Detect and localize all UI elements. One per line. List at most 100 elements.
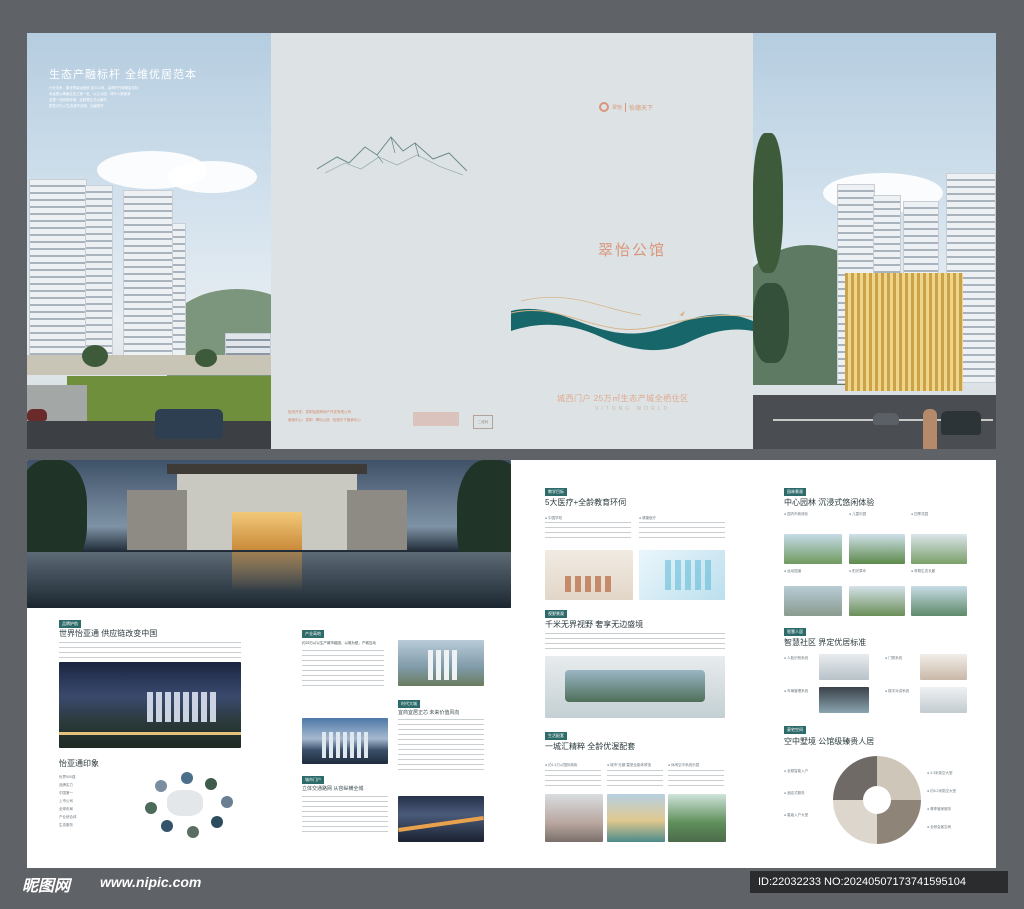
wing-building	[127, 490, 187, 550]
life-photo-1	[545, 794, 603, 842]
tree	[753, 133, 783, 273]
brand-subtitle: 怡亚通印象	[59, 759, 99, 768]
tower-building	[85, 185, 113, 359]
lobby-item: ● 全程智能入户	[784, 769, 809, 773]
glowing-road	[59, 732, 241, 735]
life-tag: 生活配套	[545, 732, 567, 740]
clubhouse-roof	[167, 464, 367, 474]
smart-item: ● 楼宇对讲系统	[885, 689, 910, 693]
lobby-list-right: ● 3.3米架空大堂 ● 约5.2米挑空大堂 ● 尊享管家服务 ● 全龄会客空间	[927, 764, 987, 836]
pedestrian	[923, 409, 937, 449]
clubhouse-lit-entrance	[232, 512, 302, 550]
ring-photo	[221, 796, 233, 808]
smart-photo	[920, 654, 967, 680]
car	[941, 411, 981, 435]
industry-tag-1: 产业高地	[302, 630, 324, 638]
smart-item: ● 车辆管理系统	[784, 689, 809, 693]
podium	[27, 355, 271, 375]
industry-tag-2: 时代大城	[398, 700, 420, 708]
garden-item: ● 儿童乐园	[849, 512, 867, 516]
edu-paragraph-2	[639, 522, 725, 540]
project-name: 翠怡公馆	[598, 241, 667, 259]
car	[155, 409, 223, 439]
smart-tag: 智慧人居	[784, 628, 806, 636]
ring-photo	[211, 816, 223, 828]
ring-photo	[145, 802, 157, 814]
tower-building	[29, 179, 87, 359]
industry-title-3: 立体交通路网 从容纵横全城	[302, 786, 364, 792]
garden-item: ● 四季花园	[911, 512, 929, 516]
garden-item: ● 林荫生态长廊	[911, 569, 936, 573]
pool-reflection	[232, 552, 302, 592]
edu-label-1: ● 中国学校	[545, 516, 563, 520]
watermark-site-cn: 昵图网	[22, 878, 71, 895]
industry-title-2: 宜商宜居正芯 未来价值风向	[398, 710, 460, 716]
garden-photo	[911, 586, 967, 616]
industry-paragraph-3	[302, 796, 388, 836]
edu-paragraph-1	[545, 522, 631, 540]
photo-ring	[137, 772, 237, 838]
landscape-view	[565, 670, 705, 702]
brand-tag: 品牌护航	[59, 620, 81, 628]
wing-building	[347, 490, 407, 550]
lobby-item: ● 尊享管家服务	[927, 807, 952, 811]
edu-tag: 教学目标	[545, 488, 567, 496]
industry-paragraph-1	[302, 650, 384, 686]
lobby-item: ● 约5.2米挑空大堂	[927, 789, 956, 793]
garden-title: 中心园林 沉浸式悠闲体验	[784, 498, 875, 507]
ring-photo	[161, 820, 173, 832]
life-photo-3	[668, 794, 726, 842]
panel-left-towers: 生态产融标杆 全维优居范本 行业未来，集世界级运营铁·岩义义地，赢得时代奔跑量目…	[27, 33, 271, 449]
industry-photo-1	[398, 640, 484, 686]
fact-item: 品牌实力	[59, 783, 73, 787]
lobby-title: 空中墅境 公馆级臻贵人居	[784, 737, 875, 746]
panel-right-gold-building	[753, 33, 996, 449]
logo-divider	[625, 102, 627, 112]
tower-building	[123, 190, 173, 360]
garden-photo	[911, 534, 967, 564]
car	[873, 413, 899, 425]
fact-item: 全球布局	[59, 807, 73, 811]
edu-label-2: ● 健康医疗	[639, 516, 657, 520]
ring-photo	[187, 826, 199, 838]
lobby-circle-photo	[833, 756, 921, 844]
logo-left-text: 翠怡	[612, 104, 623, 111]
garden-photo	[784, 534, 842, 564]
life-title: 一城汇精粹 全龄优渥配套	[545, 742, 636, 751]
smart-photo	[819, 687, 869, 713]
garden-photo	[849, 534, 905, 564]
industry-photo-2	[302, 718, 388, 764]
lobby-circle-center	[863, 786, 891, 814]
classroom-photo	[545, 550, 633, 600]
ink-mountain-illustration	[317, 136, 467, 176]
tree	[753, 283, 789, 363]
brand-logo: 翠怡 怡德天下	[599, 102, 653, 112]
tree	[82, 345, 108, 367]
fact-item: 产业综合体	[59, 815, 77, 819]
panel-cover: 翠怡 怡德天下 翠怡公馆 城西门户 25万㎡生态产城全栖住区 VITONG WO…	[271, 33, 753, 449]
smart-photo	[819, 654, 869, 680]
industry-photo-3	[398, 796, 484, 842]
spread-inner: 品牌护航 世界怡亚通 供应链改变中国 怡亚通印象 世界500强 品牌实力 中国第…	[27, 460, 996, 868]
left-panel-body: 行业未来，集世界级运营铁·岩义义地，赢得时代奔跑量目标 永远是以奉献生态之家一处…	[49, 85, 179, 109]
gold-facade-building	[845, 273, 963, 391]
garden-photo	[849, 586, 905, 616]
garden-item: ● 运动园道	[784, 569, 802, 573]
cloud	[167, 161, 257, 193]
left-panel-title: 生态产融标杆 全维优居范本	[49, 69, 198, 81]
life-item-3: ● 休闲空中系统乐园	[668, 763, 700, 767]
garden-item: ● 园内市政绿化	[784, 512, 809, 516]
teal-ribbon-illustration	[511, 296, 753, 351]
view-paragraph	[545, 633, 725, 649]
logo-right-text: 怡德天下	[629, 105, 654, 112]
fact-item: 中国第一	[59, 791, 73, 795]
view-tag: 视野景观	[545, 610, 567, 618]
smart-item: ● 人脸识别系统	[784, 656, 809, 660]
tower-building	[172, 223, 186, 359]
ring-photo	[155, 780, 167, 792]
life-item-1: ● 约1.4万㎡国际商街	[545, 763, 578, 767]
ring-photo	[205, 778, 217, 790]
fact-item: 上市公司	[59, 799, 73, 803]
tower-cluster	[428, 650, 458, 680]
life-item-2: ● 城市“光廊”嘉型全能体育馆	[607, 763, 651, 767]
